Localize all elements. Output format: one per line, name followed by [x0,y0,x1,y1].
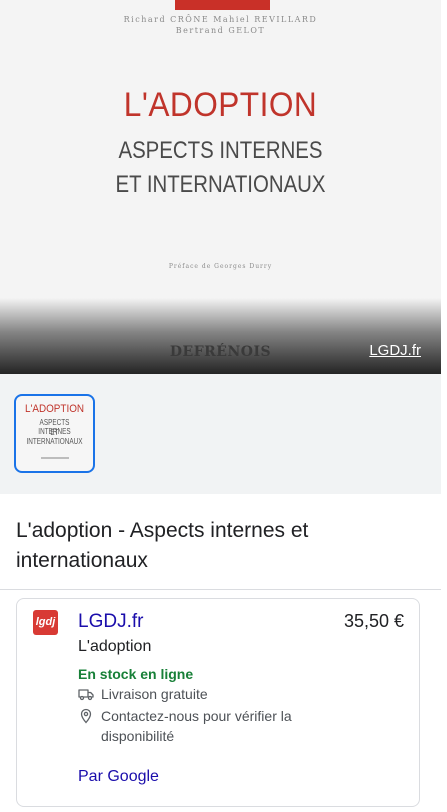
cover-subtitle-2: ET INTERNATIONAUX [115,171,326,198]
thumbnail-subtitle-2: ET INTERNATIONAUX [26,428,83,446]
availability-info: Contactez-nous pour vérifier la disponib… [78,706,338,746]
thumbnail-strip: L'ADOPTION ASPECTS INTERNES ET INTERNATI… [0,374,441,494]
offer-item-title: L'adoption [78,638,152,655]
by-google-link[interactable]: Par Google [78,768,159,786]
thumbnail-preface-line [41,457,69,459]
image-gradient-overlay [0,298,441,374]
cover-preface: Préface de Georges Durry [168,263,273,270]
stock-status: En stock en ligne [78,666,194,682]
availability-text: Contactez-nous pour vérifier la disponib… [101,708,292,744]
cover-title: L'ADOPTION [123,86,318,124]
cover-authors-line-1: Richard CRÔNE Mahiel REVILLARD [123,15,318,24]
seller-logo: lgdj [33,610,58,635]
product-main-image[interactable]: Richard CRÔNE Mahiel REVILLARD Bertrand … [0,0,441,374]
offer-price: 35,50 € [343,611,404,631]
cover-subtitle-1: ASPECTS INTERNES [118,137,323,164]
divider [0,589,441,590]
page-edge [441,0,447,812]
seller-name-link[interactable]: LGDJ.fr [78,611,143,633]
cover-red-band [175,0,270,10]
delivery-text: Livraison gratuite [101,686,208,702]
truck-icon [78,689,94,701]
cover-authors-line-2: Bertrand GELOT [175,26,266,35]
location-pin-icon [80,708,92,724]
image-source-link[interactable]: LGDJ.fr [369,342,421,359]
product-title: L'adoption - Aspects internes et interna… [16,519,309,572]
thumbnail-title: L'ADOPTION [24,403,85,415]
thumbnail-selected[interactable]: L'ADOPTION ASPECTS INTERNES ET INTERNATI… [14,394,95,473]
offer-card[interactable]: lgdj LGDJ.fr 35,50 € L'adoption En stock… [16,598,420,807]
delivery-info: Livraison gratuite [78,684,208,704]
